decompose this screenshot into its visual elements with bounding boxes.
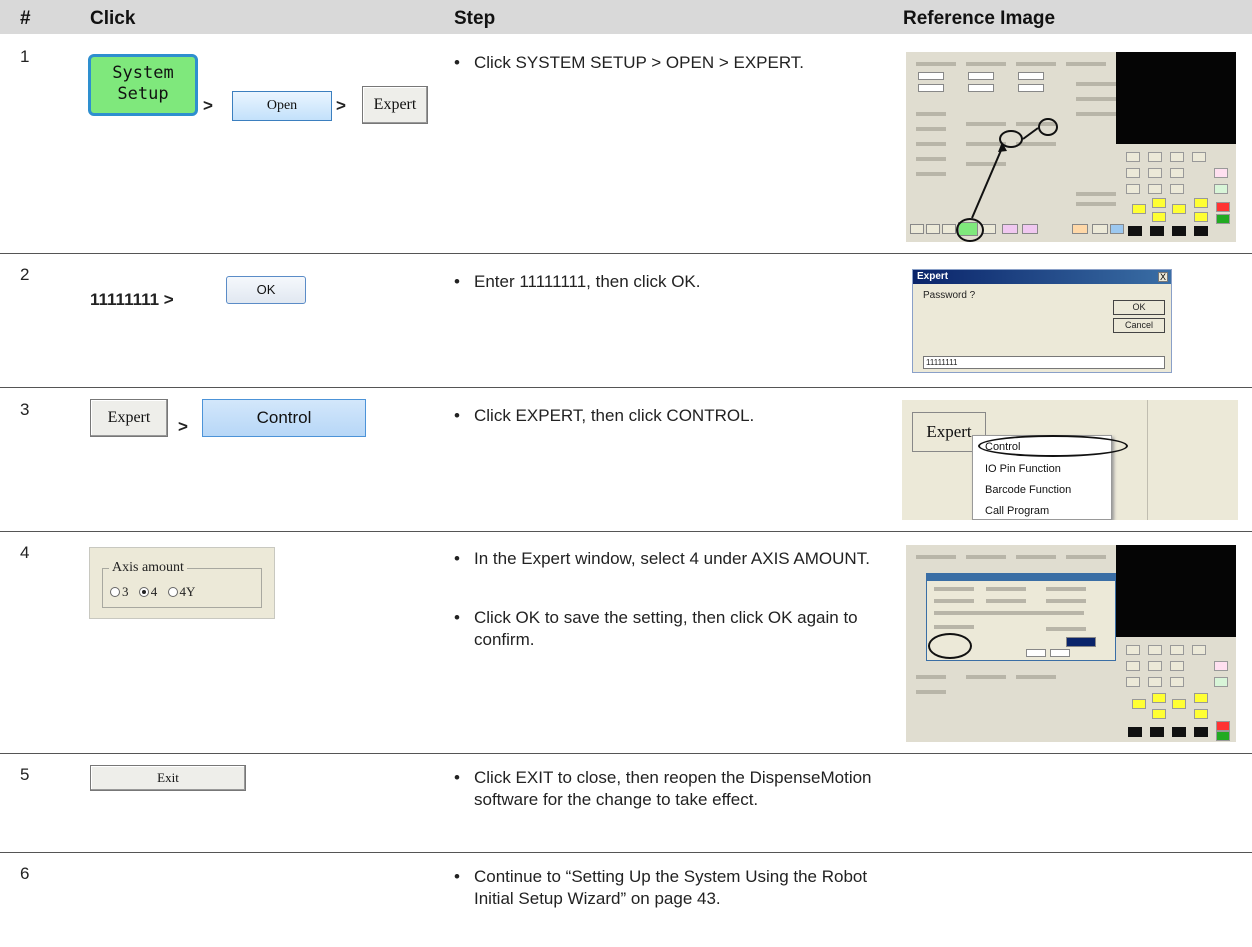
dialog-title: Expert <box>917 271 949 282</box>
highlight-ring-axis-amount <box>928 633 972 659</box>
row-divider <box>0 387 1252 388</box>
step-text: • Enter 11111111, then click OK. <box>454 271 894 293</box>
menu-item-barcode-function[interactable]: Barcode Function <box>985 484 1071 496</box>
password-prefix: 11111111 > <box>90 290 174 309</box>
table-header: # Click Step Reference Image <box>0 0 1252 34</box>
step-line: Click OK to save the setting, then click… <box>474 608 858 649</box>
system-setup-button[interactable]: System Setup <box>88 54 198 116</box>
separator: > <box>178 417 188 436</box>
expert-button[interactable]: Expert <box>90 399 168 437</box>
axis-amount-legend: Axis amount <box>112 560 184 575</box>
radio-selected-icon <box>138 587 149 597</box>
header-step: Step <box>454 8 496 29</box>
radio-axis-4y[interactable]: 4Y <box>167 584 195 599</box>
step-text: • Click EXPERT, then click CONTROL. <box>454 405 894 427</box>
exit-button[interactable]: Exit <box>90 765 246 791</box>
ok-button[interactable]: OK <box>226 276 306 304</box>
step-text: • Click OK to save the setting, then clic… <box>454 607 894 651</box>
menu-item-call-program[interactable]: Call Program <box>985 505 1049 517</box>
row-number: 1 <box>20 47 30 66</box>
step-line: Click EXIT to close, then reopen the Dis… <box>474 768 872 809</box>
step-text: • In the Expert window, select 4 under AX… <box>454 548 894 570</box>
password-prompt: Password ? <box>923 290 976 301</box>
menu-item-io-pin-function[interactable]: IO Pin Function <box>985 463 1061 475</box>
password-dialog: Expert X Password ? OK Cancel 11111111 <box>912 269 1172 373</box>
radio-icon <box>110 587 120 597</box>
header-click: Click <box>90 8 136 29</box>
separator: > <box>203 96 213 115</box>
step-line: Enter 11111111, then click OK. <box>474 272 701 291</box>
control-menu-item[interactable]: Control <box>202 399 366 437</box>
dialog-ok-button[interactable]: OK <box>1113 300 1165 315</box>
row-number: 5 <box>20 765 30 784</box>
expert-button[interactable]: Expert <box>362 86 428 124</box>
radio-icon <box>167 587 178 597</box>
row-divider <box>0 531 1252 532</box>
row-number: 4 <box>20 543 30 562</box>
radio-axis-4[interactable]: 4 <box>138 584 157 599</box>
axis-amount-panel: Axis amount 3 4 4Y <box>89 547 275 619</box>
row-number: 3 <box>20 400 30 419</box>
reference-screenshot-expert-window <box>906 545 1236 742</box>
close-icon[interactable]: X <box>1158 272 1168 282</box>
system-setup-label-2: Setup <box>117 84 169 104</box>
expert-menu-window: Expert Control IO Pin Function Barcode F… <box>902 400 1238 520</box>
header-reference-image: Reference Image <box>903 8 1056 29</box>
radio-axis-3[interactable]: 3 <box>110 584 129 599</box>
reference-password-dialog: Expert X Password ? OK Cancel 11111111 <box>912 269 1174 375</box>
row-divider <box>0 253 1252 254</box>
highlight-ring-control <box>978 435 1128 457</box>
step-line: Continue to “Setting Up the System Using… <box>474 867 868 908</box>
system-setup-label-1: System <box>112 63 174 83</box>
row-divider <box>0 753 1252 754</box>
step-text: • Click EXIT to close, then reopen the Di… <box>454 767 894 811</box>
step-line: In the Expert window, select 4 under AXI… <box>474 549 870 568</box>
step-line: Click EXPERT, then click CONTROL. <box>474 406 755 425</box>
password-input[interactable]: 11111111 <box>923 356 1165 369</box>
step-text: • Continue to “Setting Up the System Usin… <box>454 866 894 910</box>
separator: > <box>336 96 346 115</box>
row-number: 6 <box>20 864 30 883</box>
step-text: • Click SYSTEM SETUP > OPEN > EXPERT. <box>454 52 894 74</box>
header-num: # <box>20 8 31 29</box>
axis-amount-options: 3 4 4Y <box>110 584 202 600</box>
reference-expert-menu: Expert Control IO Pin Function Barcode F… <box>902 400 1238 520</box>
arrow-overlay <box>971 127 1039 219</box>
step-line: Click SYSTEM SETUP > OPEN > EXPERT. <box>474 53 805 72</box>
open-button[interactable]: Open <box>232 91 332 121</box>
row-divider <box>0 852 1252 853</box>
dialog-cancel-button[interactable]: Cancel <box>1113 318 1165 333</box>
reference-screenshot-software-main <box>906 52 1236 242</box>
row-number: 2 <box>20 265 30 284</box>
dialog-title-bar: Expert X <box>913 270 1171 284</box>
